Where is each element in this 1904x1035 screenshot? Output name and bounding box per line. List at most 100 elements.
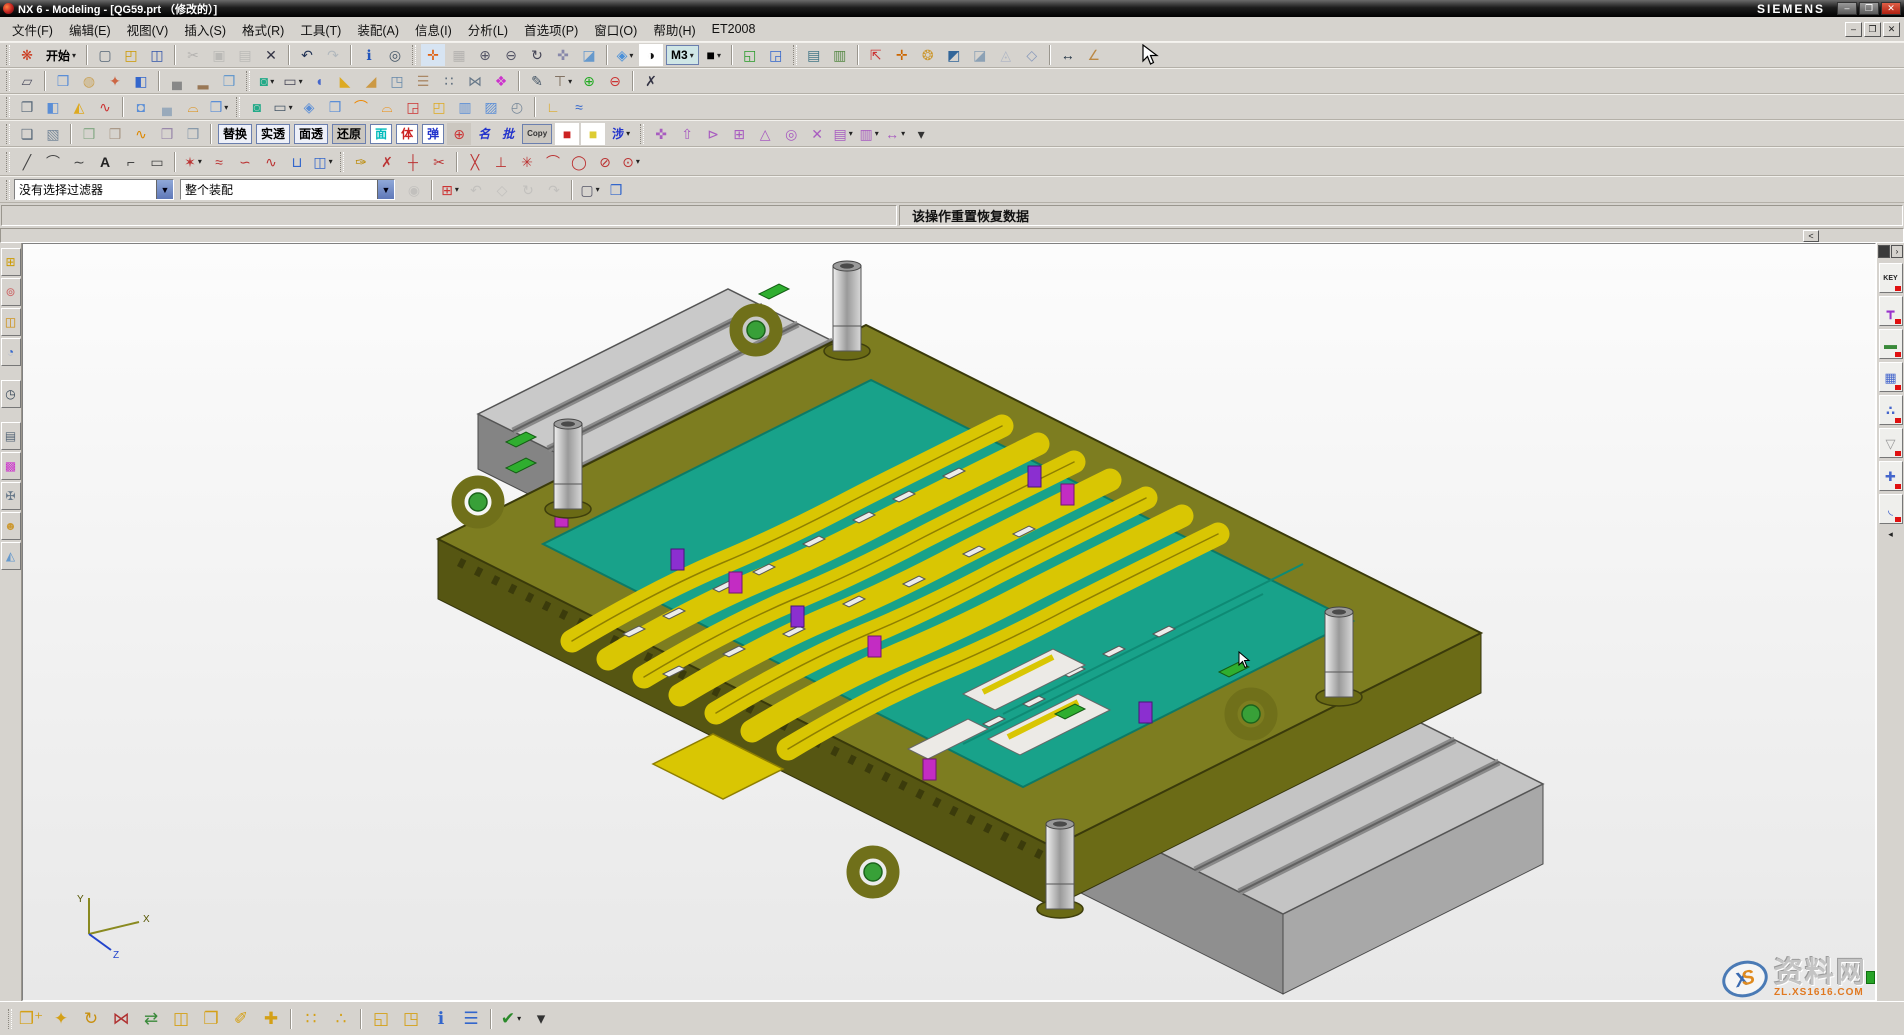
create-pattern-icon[interactable]: ✦ <box>47 1005 75 1033</box>
dropdown-arrow-icon[interactable]: ▾ <box>629 51 633 60</box>
extrude-icon[interactable]: ◧ <box>129 70 153 92</box>
minimize-button[interactable]: – <box>1837 2 1857 15</box>
feature-cube-icon[interactable]: ❒▾ <box>207 96 231 118</box>
pan-view-icon[interactable]: ✜ <box>551 44 575 66</box>
history-tab[interactable]: ◷ <box>1 380 21 408</box>
dependencies-tab[interactable]: ◔ <box>1 338 21 366</box>
rotate-view-icon[interactable]: ↻ <box>525 44 549 66</box>
find-icon[interactable]: ◎ <box>383 44 407 66</box>
component-arrangements-icon[interactable]: ❐ <box>197 1005 225 1033</box>
view-orientation-icon[interactable]: ◈▾ <box>613 44 637 66</box>
check-clearances-icon[interactable]: ✔▾ <box>497 1005 525 1033</box>
dropdown-arrow-icon[interactable]: ▾ <box>901 129 905 138</box>
close-button[interactable]: ✕ <box>1881 2 1901 15</box>
web-browser-tab[interactable]: ☻ <box>1 512 21 540</box>
assembly-tools-icon[interactable]: ✚ <box>257 1005 285 1033</box>
sweep-icon[interactable]: ∿ <box>93 96 117 118</box>
dropdown-arrow-icon[interactable]: ▾ <box>690 51 694 60</box>
deselect-icon[interactable]: ✗ <box>639 70 663 92</box>
hole-cube-icon[interactable]: ◴ <box>505 96 529 118</box>
toolbar-grip[interactable] <box>236 97 240 117</box>
toolbar-grip[interactable] <box>412 45 416 65</box>
face-char-button[interactable]: 面 <box>370 124 392 144</box>
measure-x-icon[interactable]: ↔▾ <box>883 123 907 145</box>
component-info-icon[interactable]: ℹ <box>427 1005 455 1033</box>
text-icon[interactable]: A <box>93 151 117 173</box>
toolbar-grip[interactable] <box>6 97 10 117</box>
zoom-circle-icon[interactable]: ⊕ <box>473 44 497 66</box>
palette-cross-part[interactable]: ✚ <box>1879 461 1903 491</box>
menu-insert[interactable]: 插入(S) <box>176 18 234 41</box>
book-icon[interactable]: ❒ <box>604 179 628 201</box>
save-icon[interactable]: ◫ <box>145 44 169 66</box>
menu-file[interactable]: 文件(F) <box>4 18 61 41</box>
palette-icon[interactable]: ❂ <box>916 44 940 66</box>
extract-curve-icon[interactable]: ⊔ <box>285 151 309 173</box>
spring-char-button[interactable]: 弹 <box>422 124 444 144</box>
face-transparent-button[interactable]: 面透 <box>294 124 328 144</box>
selection-scope-dropdown[interactable]: 整个装配 ▼ <box>180 179 395 200</box>
toolbar-grip[interactable] <box>640 124 644 144</box>
sequence-icon[interactable]: ∴ <box>327 1005 355 1033</box>
solid-cube-icon[interactable]: ❒ <box>323 96 347 118</box>
toolbar-grip[interactable] <box>8 1009 12 1029</box>
move-component-icon[interactable]: ↻ <box>77 1005 105 1033</box>
child-restore-button[interactable]: ❐ <box>1864 22 1881 37</box>
delete-icon[interactable]: ✕ <box>259 44 283 66</box>
cylinder-delta-icon[interactable]: ◎ <box>779 123 803 145</box>
menu-edit[interactable]: 编辑(E) <box>61 18 119 41</box>
edit-feature-icon[interactable]: ✎ <box>525 70 549 92</box>
dropdown-arrow-icon[interactable]: ▾ <box>875 129 879 138</box>
details-panel-tab[interactable]: ▤ <box>1 422 21 450</box>
remember-constraints-icon[interactable]: ◫ <box>167 1005 195 1033</box>
l-bracket-icon[interactable]: ∟ <box>541 96 565 118</box>
point-icon[interactable]: ✶▾ <box>181 151 205 173</box>
marquee-select-icon[interactable]: ▢▾ <box>578 179 602 201</box>
lift-component-icon[interactable]: ⇧ <box>675 123 699 145</box>
child-minimize-button[interactable]: – <box>1845 22 1862 37</box>
system-tab[interactable]: ✠ <box>1 482 21 510</box>
add-component-icon[interactable]: ❒⁺ <box>17 1005 45 1033</box>
dropdown-arrow-icon[interactable]: ▾ <box>455 185 459 194</box>
fit-view-icon[interactable]: ✛ <box>421 44 445 66</box>
menu-tools[interactable]: 工具(T) <box>292 18 349 41</box>
prism-icon[interactable]: ◧ <box>41 96 65 118</box>
hole-icon[interactable]: ◘ <box>129 96 153 118</box>
palette-green-part[interactable]: ▬ <box>1879 329 1903 359</box>
dropdown-arrow-icon[interactable]: ▾ <box>636 157 640 166</box>
menu-analysis[interactable]: 分析(L) <box>460 18 516 41</box>
undo-icon[interactable]: ↶ <box>295 44 319 66</box>
layer-settings-icon[interactable]: ▤ <box>802 44 826 66</box>
dropdown-arrow-icon[interactable]: ▾ <box>626 129 630 138</box>
perpendicular-icon[interactable]: ⊥ <box>489 151 513 173</box>
child-close-button[interactable]: ✕ <box>1883 22 1900 37</box>
bridge-curve-icon[interactable]: ∽ <box>233 151 257 173</box>
wave-icon[interactable]: ≈ <box>567 96 591 118</box>
ellipse-icon[interactable]: ⊘ <box>593 151 617 173</box>
dropdown-arrow-icon[interactable]: ▾ <box>270 77 274 86</box>
dropdown-arrow-icon[interactable]: ▾ <box>198 157 202 166</box>
tube-icon[interactable]: ◫▾ <box>311 151 335 173</box>
cylinder-icon[interactable]: ◍ <box>77 70 101 92</box>
info-icon[interactable]: ℹ <box>357 44 381 66</box>
toolbar-grip[interactable] <box>6 152 10 172</box>
dropdown-arrow-icon[interactable]: ▾ <box>517 1014 521 1023</box>
offset-curve-icon[interactable]: ≈ <box>207 151 231 173</box>
solid-transparent-button[interactable]: 实透 <box>256 124 290 144</box>
stack-icon[interactable]: ▥▾ <box>857 123 881 145</box>
arc-center-icon[interactable]: ⌒ <box>541 151 565 173</box>
corner-cube-icon[interactable]: ◲ <box>401 96 425 118</box>
toolbar-grip[interactable] <box>6 124 10 144</box>
wrench-doc-icon[interactable]: ✑ <box>349 151 373 173</box>
menu-format[interactable]: 格式(R) <box>234 18 292 41</box>
toolbar-overflow[interactable]: ▾ <box>909 123 933 145</box>
shell-icon[interactable]: ◳ <box>385 70 409 92</box>
measure-angle-icon[interactable]: ∠ <box>1082 44 1106 66</box>
dropdown-arrow-icon[interactable]: ▾ <box>717 51 721 60</box>
yellow-cube-button[interactable]: ■ <box>581 123 605 145</box>
menu-preferences[interactable]: 首选项(P) <box>516 18 586 41</box>
dropdown-arrow-icon[interactable]: ▾ <box>289 103 293 112</box>
pocket-icon[interactable]: ▂ <box>191 70 215 92</box>
edge-blend-icon[interactable]: ◖ <box>307 70 331 92</box>
form-window-icon[interactable]: ❏ <box>15 123 39 145</box>
